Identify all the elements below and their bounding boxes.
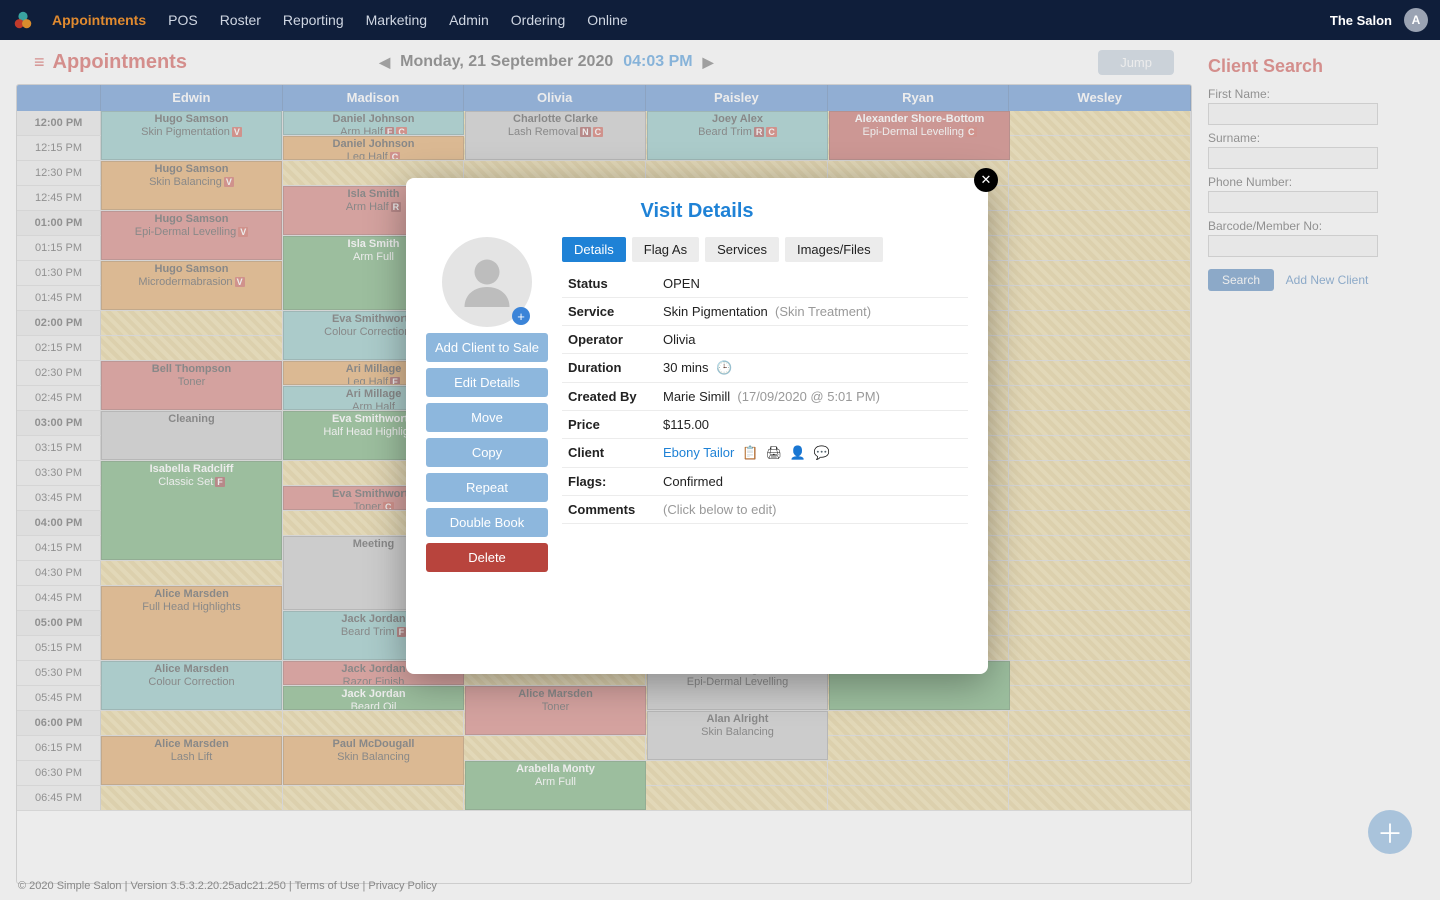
terms-link[interactable]: Terms of Use <box>295 880 360 892</box>
edit-details-button[interactable]: Edit Details <box>426 368 548 397</box>
close-icon[interactable]: ✕ <box>974 168 998 192</box>
footer: © 2020 Simple Salon | Version 3.5.3.2.20… <box>18 880 437 892</box>
nav-admin[interactable]: Admin <box>449 12 489 28</box>
add-client-to-sale-button[interactable]: Add Client to Sale <box>426 333 548 362</box>
modal-title: Visit Details <box>426 200 968 223</box>
repeat-button[interactable]: Repeat <box>426 473 548 502</box>
org-name[interactable]: The Salon <box>1330 13 1392 28</box>
top-nav: Appointments POS Roster Reporting Marketing A… <box>0 0 1440 40</box>
nav-roster[interactable]: Roster <box>220 12 261 28</box>
nav-appointments[interactable]: Appointments <box>52 12 146 28</box>
nav-menu: Appointments POS Roster Reporting Marketing A… <box>52 12 628 28</box>
client-link[interactable]: Ebony Tailor <box>663 445 734 460</box>
detail-duration: 30 mins 🕒 <box>657 354 968 383</box>
nav-ordering[interactable]: Ordering <box>511 12 565 28</box>
double-book-button[interactable]: Double Book <box>426 508 548 537</box>
privacy-link[interactable]: Privacy Policy <box>368 880 436 892</box>
move-button[interactable]: Move <box>426 403 548 432</box>
detail-client: Ebony Tailor 📋 🖨 👤 💬 <box>657 439 968 468</box>
copy-button[interactable]: Copy <box>426 438 548 467</box>
detail-status: OPEN <box>657 270 968 298</box>
note-icon[interactable]: 📋 <box>742 445 758 460</box>
detail-flags: Confirmed <box>657 468 968 496</box>
detail-created: Marie Simill (17/09/2020 @ 5:01 PM) <box>657 383 968 411</box>
detail-operator: Olivia <box>657 326 968 354</box>
clock-icon[interactable]: 🕒 <box>716 360 732 375</box>
comments-hint[interactable]: (Click below to edit) <box>657 496 968 524</box>
add-appointment-fab[interactable]: ＋ <box>1368 810 1412 854</box>
delete-button[interactable]: Delete <box>426 543 548 572</box>
visit-details-modal: ✕ Visit Details + Add Client to SaleEdit… <box>406 178 988 674</box>
tab-images-files[interactable]: Images/Files <box>785 237 883 262</box>
nav-online[interactable]: Online <box>587 12 627 28</box>
tab-flag-as[interactable]: Flag As <box>632 237 699 262</box>
add-photo-icon[interactable]: + <box>512 307 530 325</box>
detail-price: $115.00 <box>657 411 968 439</box>
chat-icon[interactable]: 💬 <box>814 445 830 460</box>
app-logo <box>12 9 34 31</box>
print-icon[interactable]: 🖨 <box>766 445 783 460</box>
nav-marketing[interactable]: Marketing <box>366 12 427 28</box>
detail-service: Skin Pigmentation (Skin Treatment) <box>657 298 968 326</box>
tab-services[interactable]: Services <box>705 237 779 262</box>
person-icon[interactable]: 👤 <box>790 445 806 460</box>
nav-reporting[interactable]: Reporting <box>283 12 344 28</box>
details-table: StatusOPEN ServiceSkin Pigmentation (Ski… <box>562 270 968 524</box>
tab-details[interactable]: Details <box>562 237 626 262</box>
client-avatar-placeholder[interactable]: + <box>442 237 532 327</box>
user-avatar[interactable]: A <box>1404 8 1428 32</box>
nav-pos[interactable]: POS <box>168 12 198 28</box>
